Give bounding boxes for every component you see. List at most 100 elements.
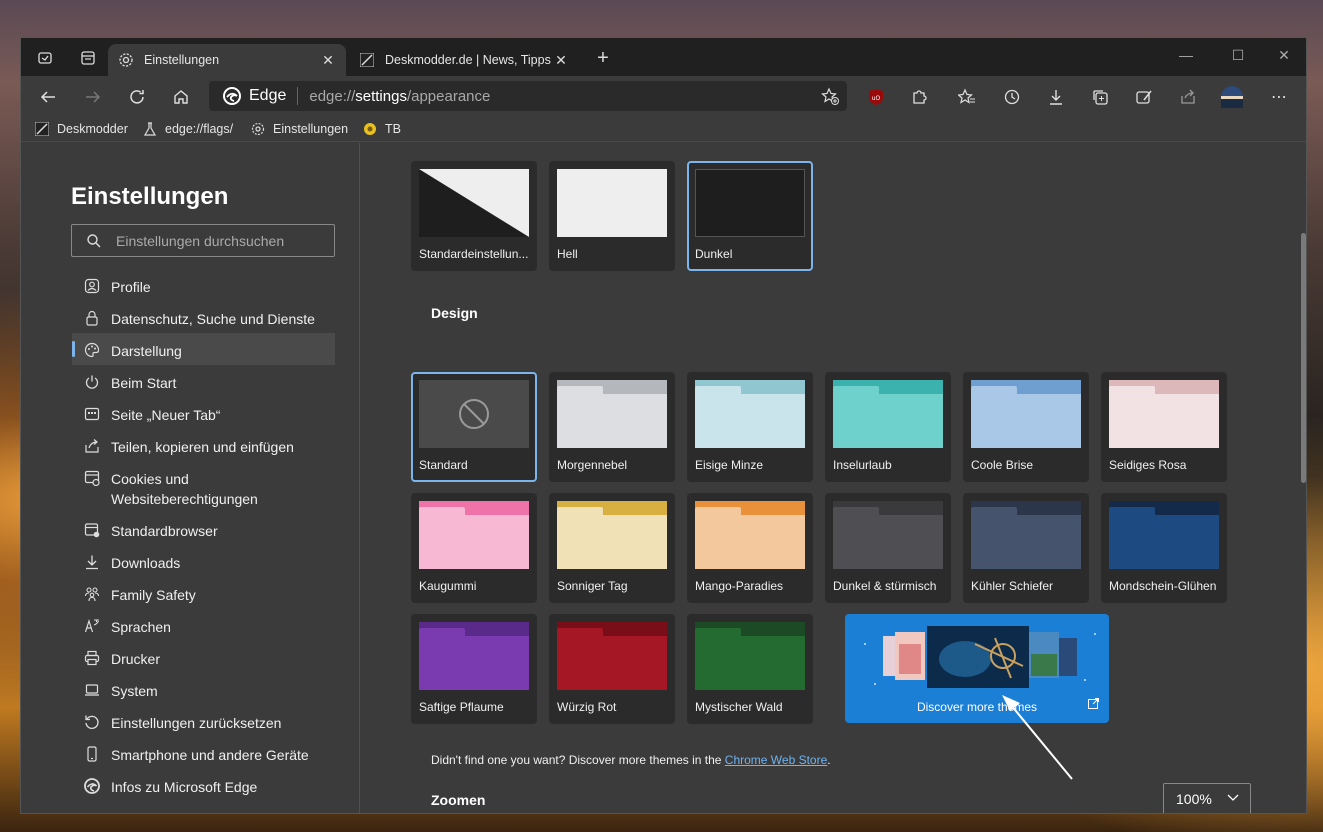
add-favorite-icon[interactable] [821,87,839,109]
bookmark-flags[interactable]: edge://flags/ [143,120,233,138]
sidebar-item-profile[interactable]: Profile [72,269,335,301]
theme-card[interactable]: Sonniger Tag [549,493,675,603]
more-menu-icon[interactable]: ⋯ [1264,82,1294,112]
sidebar-item-cookies[interactable]: Cookies und Websiteberechtigungen [72,461,335,513]
sidebar-item-reset[interactable]: Einstellungen zurücksetzen [72,705,335,737]
theme-preview [419,501,529,569]
collections-icon[interactable] [1085,82,1115,112]
zoom-heading: Zoomen [431,792,486,808]
close-tab-icon[interactable]: ✕ [320,52,336,69]
sidebar-item-appearance[interactable]: Darstellung [72,333,335,365]
workspaces-icon[interactable] [33,46,57,70]
theme-preview [971,501,1081,569]
minimize-icon[interactable]: — [1163,42,1209,68]
no-theme-icon [459,399,489,429]
sidebar-item-phone[interactable]: Smartphone und andere Geräte [72,737,335,769]
close-window-icon[interactable]: ✕ [1261,42,1306,68]
mode-card-system[interactable]: Standardeinstellun... [411,161,537,271]
share-icon[interactable] [1173,82,1203,112]
theme-card[interactable]: Saftige Pflaume [411,614,537,724]
mode-card-dark[interactable]: Dunkel [687,161,813,271]
mode-card-light[interactable]: Hell [549,161,675,271]
theme-preview [557,622,667,690]
theme-card[interactable]: Standard [411,372,537,482]
theme-label: Kaugummi [419,579,477,593]
reset-icon [83,713,101,731]
chrome-web-store-link[interactable]: Chrome Web Store [725,753,828,767]
theme-card[interactable]: Mango-Paradies [687,493,813,603]
tab-actions-icon[interactable] [76,46,100,70]
ublock-icon[interactable]: uO [861,82,891,112]
phone-icon [83,745,101,763]
theme-card[interactable]: Inselurlaub [825,372,951,482]
family-icon [83,585,101,603]
svg-text:uO: uO [872,95,881,102]
sidebar-item-privacy[interactable]: Datenschutz, Suche und Dienste [72,301,335,333]
theme-card[interactable]: Kühler Schiefer [963,493,1089,603]
tab-deskmodder[interactable]: Deskmodder.de | News, Tipps und ✕ [349,44,579,76]
favorites-bar: Deskmodder edge://flags/ Einstellungen T… [21,116,1306,142]
sidebar-item-share[interactable]: Teilen, kopieren und einfügen [72,429,335,461]
theme-preview [1109,380,1219,448]
url-rest: /appearance [406,87,491,105]
folder-preview [419,501,529,569]
zoom-dropdown[interactable]: 100% [1163,783,1251,813]
profile-avatar[interactable] [1217,82,1247,112]
downloads-icon[interactable] [1041,82,1071,112]
tab-strip: Einstellungen ✕ Deskmodder.de | News, Ti… [21,38,1306,76]
forward-icon[interactable] [78,82,108,112]
bookmark-tb[interactable]: TB [363,120,401,138]
bookmark-deskmodder[interactable]: Deskmodder [35,120,128,138]
sidebar-item-about[interactable]: Infos zu Microsoft Edge [72,769,335,801]
sidebar-item-label: Smartphone und andere Geräte [111,747,309,763]
sidebar-item-label: Downloads [111,555,181,571]
maximize-icon[interactable]: ☐ [1215,42,1261,68]
folder-preview [695,622,805,690]
external-link-icon [1088,698,1099,712]
new-tab-icon[interactable]: + [591,46,615,70]
sidebar-item-languages[interactable]: Sprachen [72,609,335,641]
theme-card[interactable]: Würzig Rot [549,614,675,724]
chrome-store-hint: Didn't find one you want? Discover more … [431,753,831,767]
sidebar-item-default-browser[interactable]: Standardbrowser [72,513,335,545]
theme-card[interactable]: Seidiges Rosa [1101,372,1227,482]
back-icon[interactable] [33,82,63,112]
theme-card[interactable]: Dunkel & stürmisch [825,493,951,603]
theme-card[interactable]: Coole Brise [963,372,1089,482]
tab-settings[interactable]: Einstellungen ✕ [108,44,346,76]
bookmark-settings[interactable]: Einstellungen [251,120,348,138]
favorites-icon[interactable] [952,82,982,112]
sidebar-item-system[interactable]: System [72,673,335,705]
theme-card[interactable]: Mondschein-Glühen [1101,493,1227,603]
sidebar-item-downloads[interactable]: Downloads [72,545,335,577]
home-icon[interactable] [166,82,196,112]
theme-label: Morgennebel [557,458,628,472]
theme-card[interactable]: Eisige Minze [687,372,813,482]
theme-preview [557,380,667,448]
sidebar-item-printer[interactable]: Drucker [72,641,335,673]
scrollbar-thumb[interactable] [1301,233,1306,483]
sidebar-item-label: Standardbrowser [111,523,218,539]
toolbar: Edge edge:// settings /appearance uO ⋯ [21,76,1306,116]
refresh-icon[interactable] [122,82,152,112]
sidebar-item-family[interactable]: Family Safety [72,577,335,609]
sidebar-item-start[interactable]: Beim Start [72,365,335,397]
settings-sidebar: Einstellungen Einstellungen durchsuchen … [21,143,360,813]
theme-card[interactable]: Mystischer Wald [687,614,813,724]
theme-card[interactable]: Kaugummi [411,493,537,603]
url-prefix: edge:// [309,87,356,105]
bookmark-label: Einstellungen [273,122,349,136]
address-bar[interactable]: Edge edge:// settings /appearance [209,81,847,111]
sidebar-item-newtab[interactable]: Seite „Neuer Tab“ [72,397,335,429]
web-capture-icon[interactable] [1129,82,1159,112]
browser-icon [83,521,101,539]
settings-search-input[interactable]: Einstellungen durchsuchen [71,224,335,257]
bookmark-label: Deskmodder [57,122,128,136]
close-tab-icon[interactable]: ✕ [553,52,569,69]
chevron-down-icon [1226,790,1240,807]
history-icon[interactable] [997,82,1027,112]
gear-icon [118,52,134,68]
extensions-icon[interactable] [904,82,934,112]
theme-card[interactable]: Morgennebel [549,372,675,482]
profile-icon [83,277,101,295]
